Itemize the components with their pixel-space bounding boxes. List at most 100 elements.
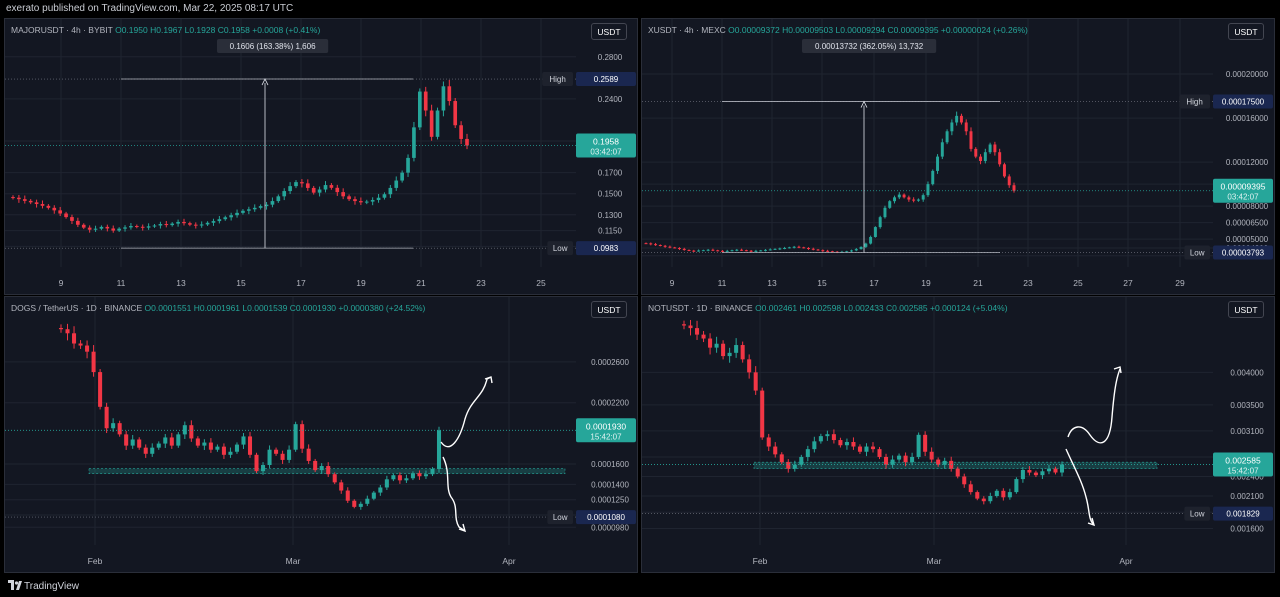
candle-body[interactable] [945,131,949,143]
candle-body[interactable] [98,372,103,407]
candle-body[interactable] [807,247,810,249]
candle-body[interactable] [412,127,416,158]
candle-body[interactable] [759,250,763,252]
candle-body[interactable] [988,144,992,153]
candle-body[interactable] [370,200,375,202]
candle-body[interactable] [40,204,45,206]
candle-body[interactable] [711,249,715,251]
candle-body[interactable] [117,423,122,435]
candle-body[interactable] [644,243,648,245]
candle-body[interactable] [870,446,876,450]
candle-body[interactable] [727,352,732,357]
candle-body[interactable] [831,434,836,441]
candle-body[interactable] [134,226,139,228]
candle-body[interactable] [335,187,340,193]
candle-body[interactable] [912,199,916,201]
candle-body[interactable] [241,436,246,445]
candle-body[interactable] [778,248,782,250]
candle-body[interactable] [821,250,825,252]
candle-body[interactable] [193,224,198,226]
candle-body[interactable] [252,207,257,210]
chart-panel-not[interactable]: 0.0040000.0035000.0031000.0027000.002400… [641,296,1275,573]
candle-body[interactable] [811,248,815,250]
candle-body[interactable] [682,248,686,250]
candle-body[interactable] [721,343,726,357]
candle-body[interactable] [423,474,428,477]
candle-body[interactable] [950,122,954,132]
candle-body[interactable] [754,250,758,252]
candle-body[interactable] [695,328,700,335]
candle-body[interactable] [104,406,109,429]
candle-body[interactable] [692,250,696,252]
candle-body[interactable] [164,224,169,226]
candle-body[interactable] [783,247,787,249]
candle-body[interactable] [247,209,251,211]
candle-body[interactable] [1014,479,1019,493]
candle-body[interactable] [888,201,892,208]
candle-body[interactable] [52,207,57,211]
candle-body[interactable] [768,249,772,251]
candle-body[interactable] [313,460,318,471]
candle-body[interactable] [170,223,175,226]
candle-body[interactable] [1012,185,1016,191]
candle-body[interactable] [929,451,934,460]
candle-body[interactable] [85,345,90,352]
candle-body[interactable] [280,453,285,460]
candle-body[interactable] [99,226,104,229]
candle-body[interactable] [111,228,116,231]
candle-body[interactable] [418,91,422,128]
candle-body[interactable] [797,246,801,248]
candle-body[interactable] [907,197,911,200]
candle-body[interactable] [968,484,973,493]
candle-body[interactable] [274,449,279,454]
candle-body[interactable] [261,465,266,472]
candle-body[interactable] [873,227,877,237]
candle-body[interactable] [844,441,849,446]
candle-body[interactable] [818,436,823,442]
candle-body[interactable] [176,221,180,224]
candle-body[interactable] [317,189,322,193]
candle-body[interactable] [326,466,331,475]
candle-body[interactable] [241,210,245,213]
candle-body[interactable] [869,236,873,244]
candle-body[interactable] [716,250,720,252]
candle-body[interactable] [779,454,784,463]
candle-body[interactable] [384,479,389,488]
candle-body[interactable] [1027,469,1032,473]
candle-body[interactable] [217,219,222,222]
candle-body[interactable] [64,213,68,218]
candle-body[interactable] [376,197,381,201]
candle-body[interactable] [747,359,752,373]
candle-body[interactable] [423,91,428,111]
candle-body[interactable] [258,206,263,208]
candle-body[interactable] [649,243,653,245]
candle-body[interactable] [353,199,357,202]
candle-body[interactable] [65,329,70,334]
candle-body[interactable] [459,125,463,139]
candle-body[interactable] [923,434,928,452]
candle-body[interactable] [749,250,753,252]
candle-body[interactable] [1040,471,1045,476]
candle-body[interactable] [903,455,908,463]
candle-body[interactable] [1020,469,1025,480]
candle-body[interactable] [730,250,734,252]
candle-body[interactable] [799,456,804,465]
candle-body[interactable] [105,226,110,229]
candle-body[interactable] [72,333,77,344]
candle-body[interactable] [123,227,127,229]
candle-body[interactable] [150,447,155,454]
candle-body[interactable] [332,474,337,483]
candle-body[interactable] [58,210,62,214]
candle-body[interactable] [740,249,744,251]
candle-body[interactable] [417,473,422,477]
candle-body[interactable] [152,225,157,227]
candle-body[interactable] [936,156,940,171]
candle-body[interactable] [130,439,135,446]
drawn-up-arrow[interactable] [1067,368,1121,444]
chart-panel-dogs[interactable]: 0.0002600 0.0002200 0.0001600 0.0001400 0.00… [4,296,638,573]
candle-body[interactable] [1007,492,1012,498]
candle-body[interactable] [430,468,435,475]
candle-body[interactable] [658,245,662,247]
candle-body[interactable] [744,250,748,252]
candle-body[interactable] [877,449,882,457]
